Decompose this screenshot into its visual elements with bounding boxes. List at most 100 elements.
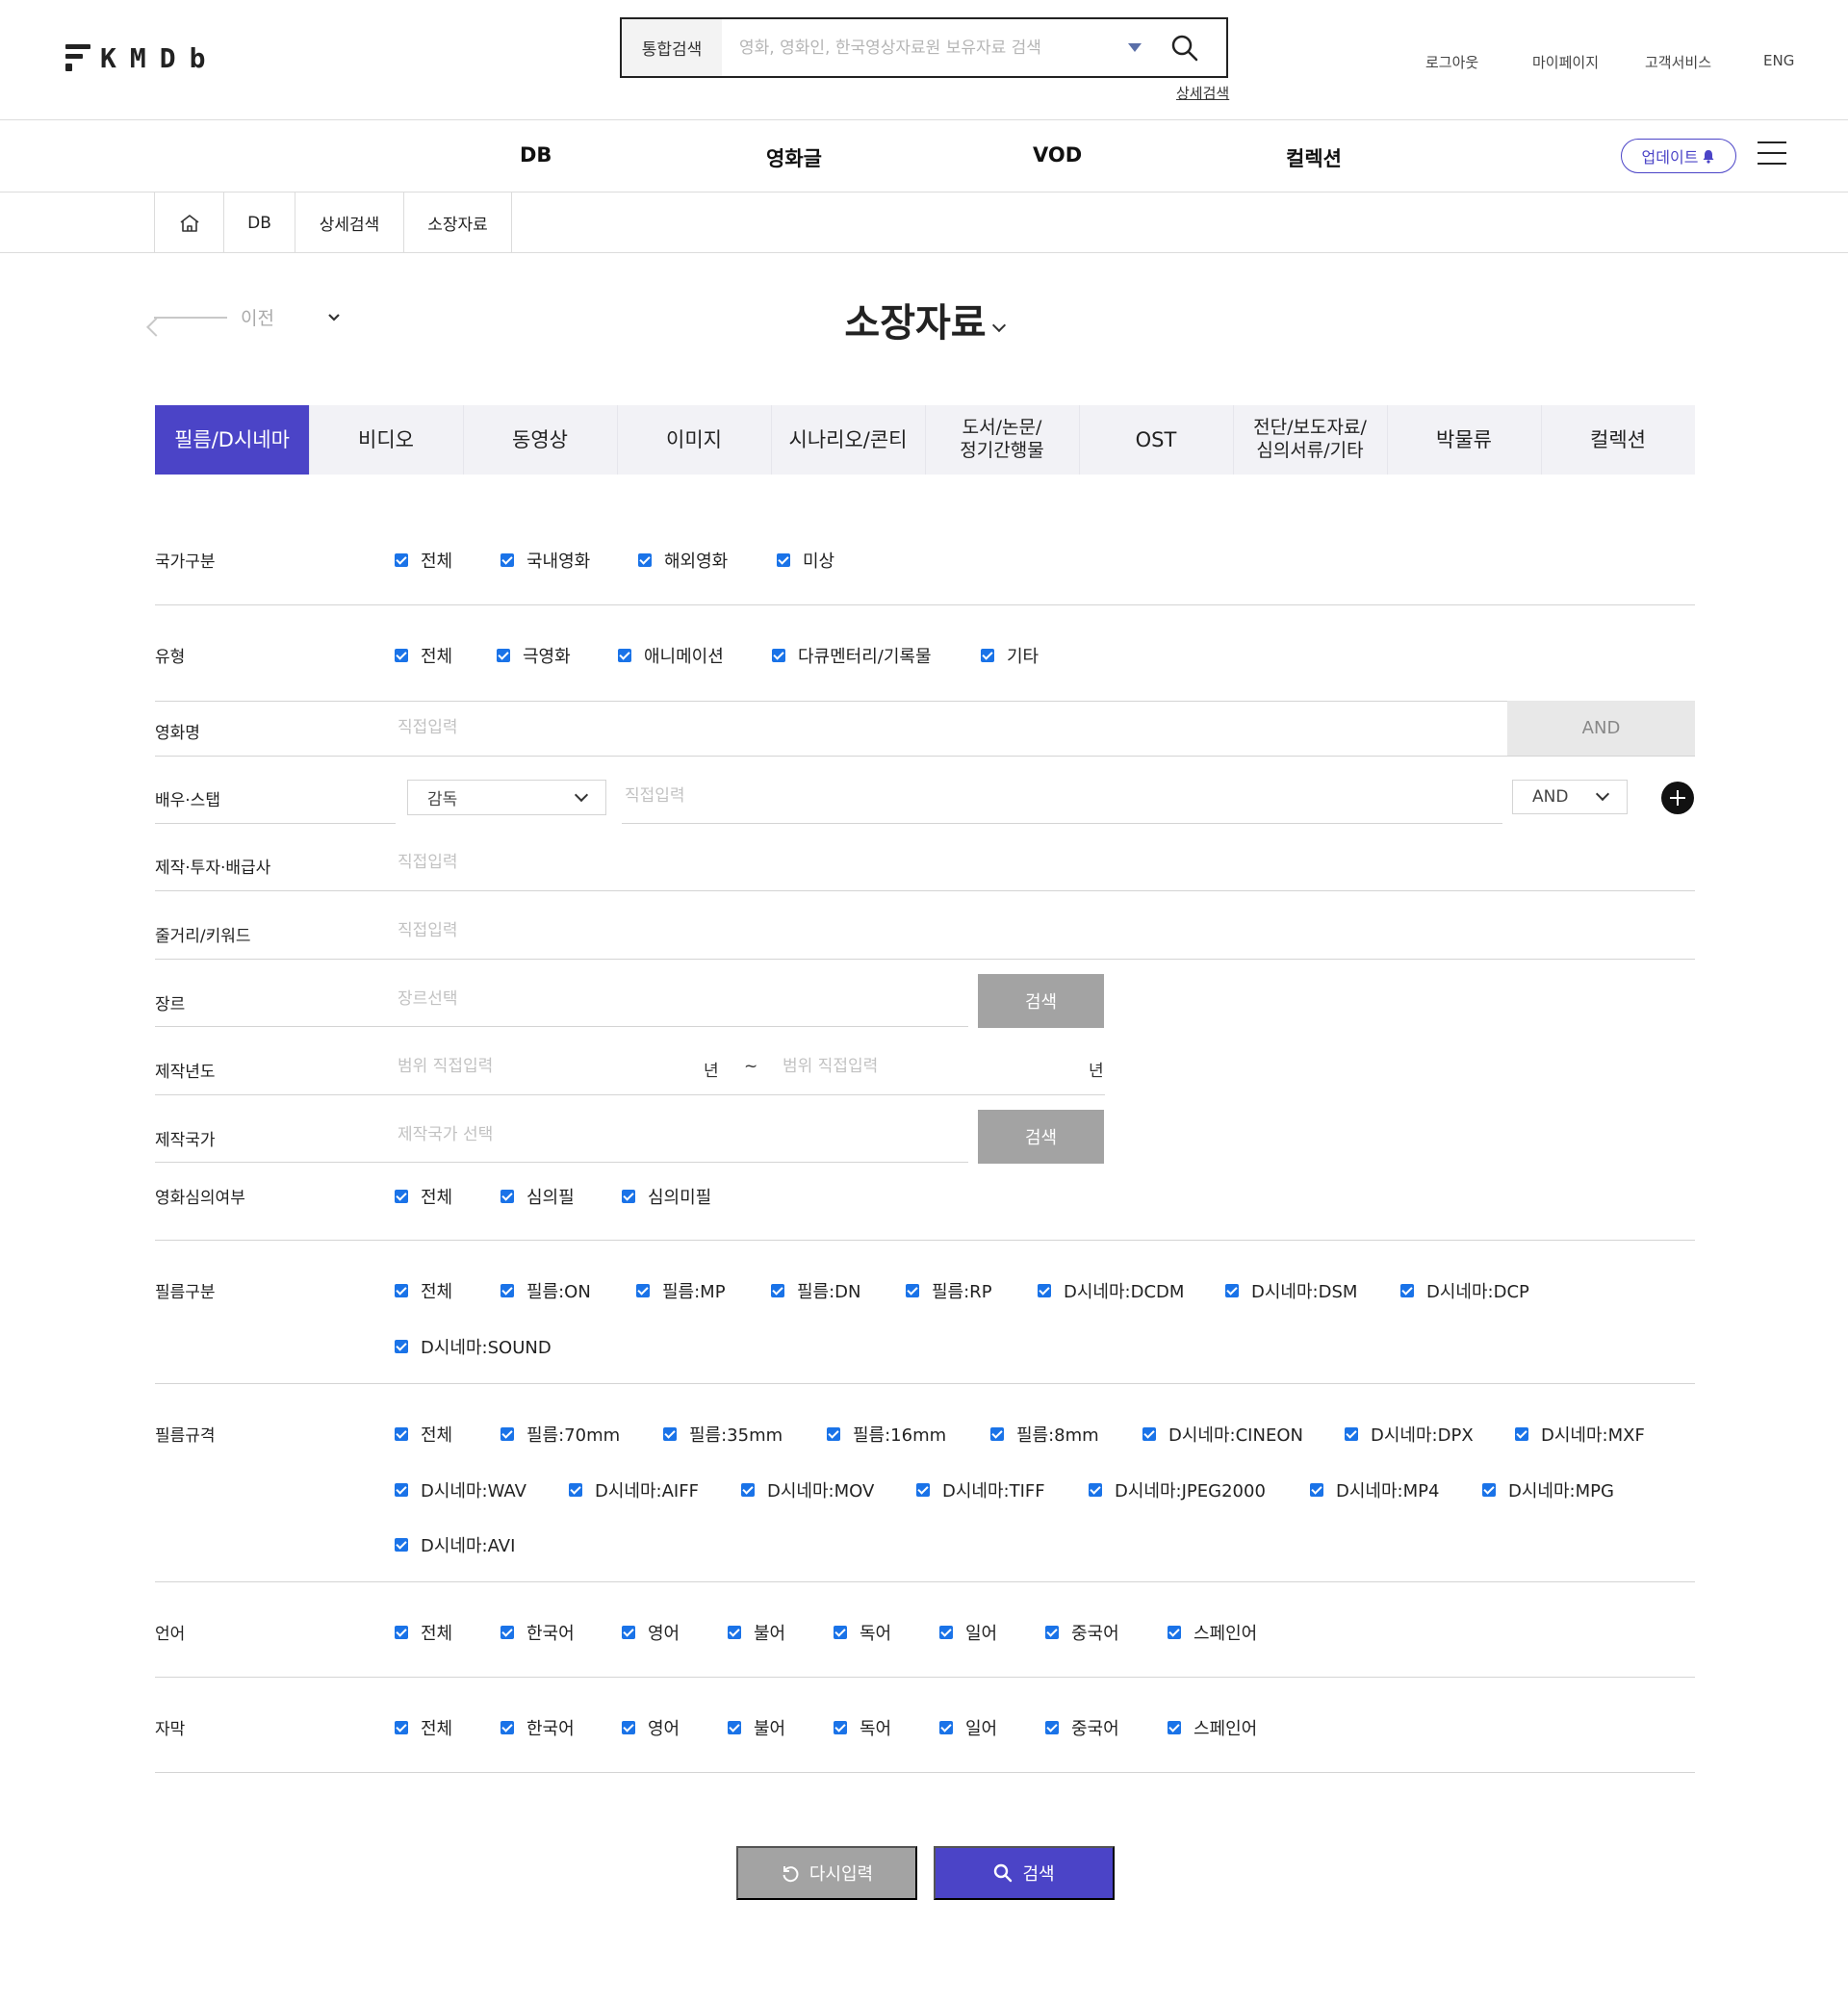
checkbox-checked-icon[interactable]	[741, 1483, 755, 1497]
breadcrumb-holdings[interactable]: 소장자료	[403, 192, 512, 253]
checkbox-checked-icon[interactable]	[981, 649, 994, 662]
genre-search-button[interactable]: 검색	[978, 974, 1104, 1028]
checkbox-checked-icon[interactable]	[777, 553, 790, 567]
tab-6[interactable]: OST	[1079, 405, 1233, 475]
checkbox-checked-icon[interactable]	[636, 1284, 650, 1297]
checkbox-option[interactable]: 한국어	[500, 1620, 575, 1645]
checkbox-option[interactable]: 필름:16mm	[827, 1422, 946, 1447]
checkbox-option[interactable]: 필름:8mm	[990, 1422, 1099, 1447]
year-from-input[interactable]	[398, 1052, 686, 1081]
checkbox-option[interactable]: 기타	[981, 643, 1039, 668]
checkbox-option[interactable]: 불어	[728, 1715, 785, 1740]
checkbox-option[interactable]: 한국어	[500, 1715, 575, 1740]
checkbox-option[interactable]: 스페인어	[1168, 1715, 1257, 1740]
checkbox-checked-icon[interactable]	[1168, 1626, 1181, 1639]
tab-4[interactable]: 시나리오/콘티	[771, 405, 925, 475]
tab-7[interactable]: 전단/보도자료/ 심의서류/기타	[1233, 405, 1387, 475]
checkbox-option[interactable]: D시네마:MXF	[1515, 1422, 1645, 1447]
checkbox-checked-icon[interactable]	[1089, 1483, 1102, 1497]
checkbox-checked-icon[interactable]	[1310, 1483, 1323, 1497]
tab-9[interactable]: 컬렉션	[1541, 405, 1695, 475]
checkbox-checked-icon[interactable]	[1225, 1284, 1239, 1297]
checkbox-option[interactable]: D시네마:DPX	[1345, 1422, 1474, 1447]
checkbox-checked-icon[interactable]	[772, 649, 785, 662]
tab-8[interactable]: 박물류	[1387, 405, 1541, 475]
checkbox-checked-icon[interactable]	[395, 1483, 408, 1497]
nav-vod[interactable]: VOD	[1033, 143, 1082, 167]
checkbox-option[interactable]: 다큐멘터리/기록물	[772, 643, 932, 668]
checkbox-checked-icon[interactable]	[827, 1427, 840, 1441]
tab-2[interactable]: 동영상	[463, 405, 617, 475]
checkbox-checked-icon[interactable]	[395, 1427, 408, 1441]
checkbox-option[interactable]: 애니메이션	[618, 643, 724, 668]
people-input[interactable]	[625, 781, 1491, 811]
checkbox-option[interactable]: 극영화	[497, 643, 571, 668]
checkbox-checked-icon[interactable]	[771, 1284, 784, 1297]
checkbox-option[interactable]: 미상	[777, 548, 834, 573]
checkbox-option[interactable]: D시네마:MOV	[741, 1477, 874, 1502]
checkbox-option[interactable]: 심의필	[500, 1184, 575, 1209]
checkbox-option[interactable]: 전체	[395, 643, 452, 668]
tab-5[interactable]: 도서/논문/ 정기간행물	[925, 405, 1079, 475]
checkbox-option[interactable]: 해외영화	[638, 548, 728, 573]
breadcrumb-db[interactable]: DB	[223, 192, 295, 253]
checkbox-checked-icon[interactable]	[939, 1626, 953, 1639]
checkbox-option[interactable]: 영어	[622, 1620, 680, 1645]
checkbox-option[interactable]: D시네마:MP4	[1310, 1477, 1439, 1502]
checkbox-checked-icon[interactable]	[1515, 1427, 1528, 1441]
customer-service-link[interactable]: 고객서비스	[1645, 52, 1711, 72]
checkbox-option[interactable]: D시네마:MPG	[1482, 1477, 1614, 1502]
reset-button[interactable]: 다시입력	[736, 1846, 917, 1900]
checkbox-checked-icon[interactable]	[990, 1427, 1004, 1441]
checkbox-option[interactable]: 중국어	[1045, 1620, 1119, 1645]
checkbox-checked-icon[interactable]	[395, 1721, 408, 1734]
checkbox-option[interactable]: D시네마:TIFF	[916, 1477, 1045, 1502]
checkbox-checked-icon[interactable]	[500, 1721, 514, 1734]
checkbox-checked-icon[interactable]	[834, 1626, 847, 1639]
search-dropdown-icon[interactable]	[1128, 43, 1142, 52]
checkbox-option[interactable]: 필름:35mm	[663, 1422, 783, 1447]
checkbox-checked-icon[interactable]	[1400, 1284, 1414, 1297]
checkbox-option[interactable]: 필름:DN	[771, 1278, 861, 1303]
title-operator-and[interactable]: AND	[1507, 701, 1695, 756]
checkbox-option[interactable]: 독어	[834, 1715, 891, 1740]
checkbox-option[interactable]: 전체	[395, 1620, 452, 1645]
nav-collection[interactable]: 컬렉션	[1286, 143, 1342, 172]
checkbox-option[interactable]: 독어	[834, 1620, 891, 1645]
checkbox-option[interactable]: 전체	[395, 548, 452, 573]
checkbox-checked-icon[interactable]	[1345, 1427, 1358, 1441]
update-button[interactable]: 업데이트	[1621, 139, 1736, 173]
nation-input[interactable]	[398, 1120, 956, 1149]
keyword-input[interactable]	[398, 916, 1649, 945]
people-operator-select[interactable]: AND	[1512, 780, 1628, 814]
nav-film-writing[interactable]: 영화글	[766, 143, 822, 172]
checkbox-checked-icon[interactable]	[500, 1626, 514, 1639]
submit-search-button[interactable]: 검색	[934, 1846, 1115, 1900]
checkbox-option[interactable]: 전체	[395, 1184, 452, 1209]
checkbox-option[interactable]: 중국어	[1045, 1715, 1119, 1740]
checkbox-checked-icon[interactable]	[569, 1483, 582, 1497]
checkbox-checked-icon[interactable]	[1038, 1284, 1051, 1297]
checkbox-checked-icon[interactable]	[500, 1284, 514, 1297]
eng-link[interactable]: ENG	[1763, 52, 1794, 69]
checkbox-option[interactable]: D시네마:DSM	[1225, 1278, 1357, 1303]
add-row-icon[interactable]	[1661, 782, 1694, 814]
checkbox-option[interactable]: 일어	[939, 1620, 997, 1645]
checkbox-checked-icon[interactable]	[395, 1626, 408, 1639]
genre-input[interactable]	[398, 985, 956, 1014]
breadcrumb-home[interactable]	[154, 192, 223, 253]
checkbox-checked-icon[interactable]	[834, 1721, 847, 1734]
checkbox-option[interactable]: 심의미필	[622, 1184, 711, 1209]
checkbox-checked-icon[interactable]	[500, 1190, 514, 1203]
checkbox-checked-icon[interactable]	[395, 1538, 408, 1552]
checkbox-checked-icon[interactable]	[728, 1721, 741, 1734]
checkbox-option[interactable]: D시네마:DCP	[1400, 1278, 1529, 1303]
advanced-search-link[interactable]: 상세검색	[1176, 83, 1229, 103]
checkbox-checked-icon[interactable]	[395, 553, 408, 567]
checkbox-checked-icon[interactable]	[395, 1340, 408, 1353]
checkbox-checked-icon[interactable]	[500, 1427, 514, 1441]
search-input[interactable]	[722, 19, 1128, 76]
checkbox-checked-icon[interactable]	[906, 1284, 919, 1297]
page-title[interactable]: 소장자료	[0, 292, 1848, 347]
role-select[interactable]: 감독	[407, 780, 606, 815]
